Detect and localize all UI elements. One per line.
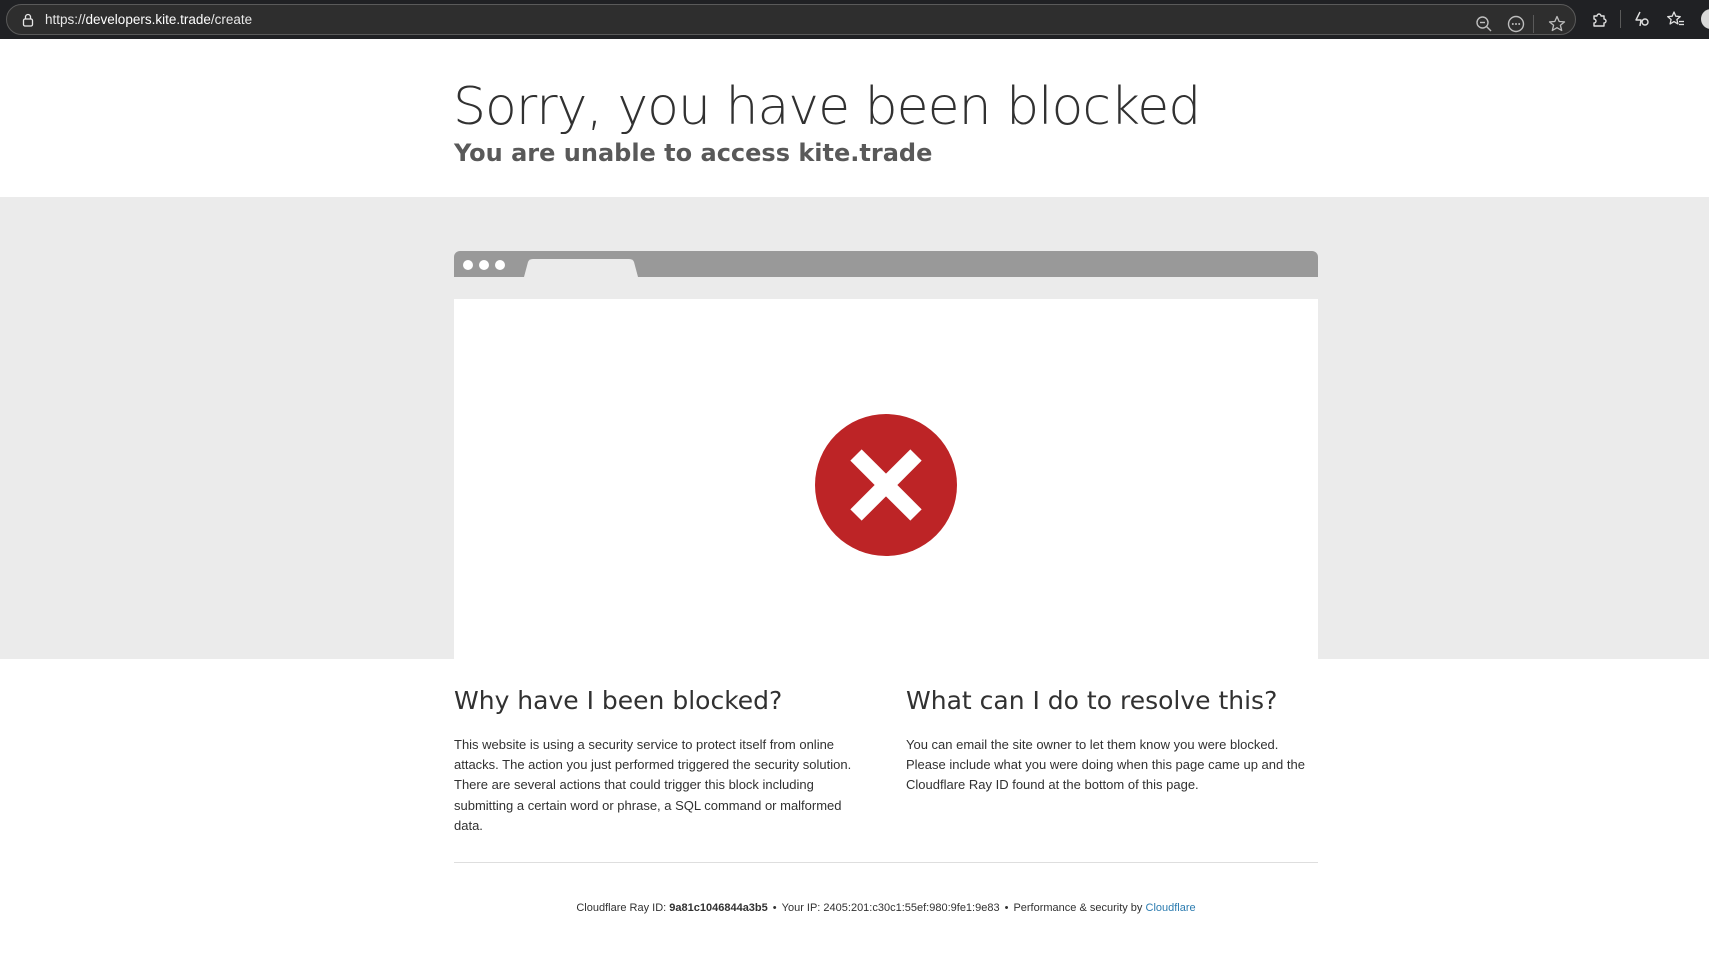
why-blocked-section: Why have I been blocked? This website is… [454, 685, 866, 833]
illustration-tab [524, 259, 638, 277]
ray-id-value: 9a81c1046844a3b5 [669, 902, 768, 914]
ray-id-label: Cloudflare Ray ID: [576, 902, 667, 914]
illustration-browser-bar [454, 251, 1318, 277]
profile-avatar[interactable] [1701, 9, 1709, 29]
browser-toolbar: https://developers.kite.trade/create [0, 0, 1709, 39]
footer-bullet: • [772, 902, 777, 914]
ip-label: Your IP: [781, 902, 821, 914]
address-bar[interactable]: https://developers.kite.trade/create [6, 4, 1576, 35]
extensions-icon[interactable] [1590, 9, 1610, 29]
toolbar-separator [1620, 10, 1621, 28]
illustration-dot [463, 260, 473, 270]
resolve-heading: What can I do to resolve this? [906, 686, 1278, 715]
ip-value: 2405:201:c30c1:55ef:980:9fe1:9e83 [823, 902, 1000, 914]
url-scheme: https:// [45, 12, 86, 27]
zoom-out-icon[interactable] [1474, 14, 1494, 34]
more-actions-icon[interactable] [1506, 14, 1526, 34]
favorite-star-icon[interactable] [1547, 14, 1567, 34]
cloudflare-link[interactable]: Cloudflare [1146, 902, 1196, 914]
illustration-browser-window [454, 299, 1318, 659]
why-blocked-text: This website is using a security service… [454, 737, 852, 833]
favorites-collection-icon[interactable] [1666, 9, 1686, 29]
footer-divider [454, 862, 1318, 863]
illustration-dot [495, 260, 505, 270]
resolve-text: You can email the site owner to let them… [906, 737, 1305, 793]
browser-essentials-icon[interactable] [1631, 9, 1651, 29]
footer-bullet: • [1004, 902, 1009, 914]
resolve-section: What can I do to resolve this? You can e… [906, 685, 1318, 792]
illustration-band [0, 197, 1709, 659]
lock-icon[interactable] [21, 13, 35, 27]
page-title: Sorry, you have been blocked [453, 77, 1201, 137]
toolbar-separator [1533, 15, 1534, 33]
error-x-icon [815, 414, 957, 556]
page-header: Sorry, you have been blocked You are una… [0, 39, 1709, 197]
footer: Cloudflare Ray ID: 9a81c1046844a3b5 • Your… [454, 900, 1318, 916]
url-host: developers.kite.trade [85, 12, 211, 27]
performance-label: Performance & security by [1013, 902, 1143, 914]
why-blocked-heading: Why have I been blocked? [454, 686, 783, 715]
url-path: /create [210, 12, 253, 27]
illustration-dot [479, 260, 489, 270]
url-text[interactable]: https://developers.kite.trade/create [45, 11, 252, 29]
page-subtitle: You are unable to access kite.trade [454, 139, 933, 167]
